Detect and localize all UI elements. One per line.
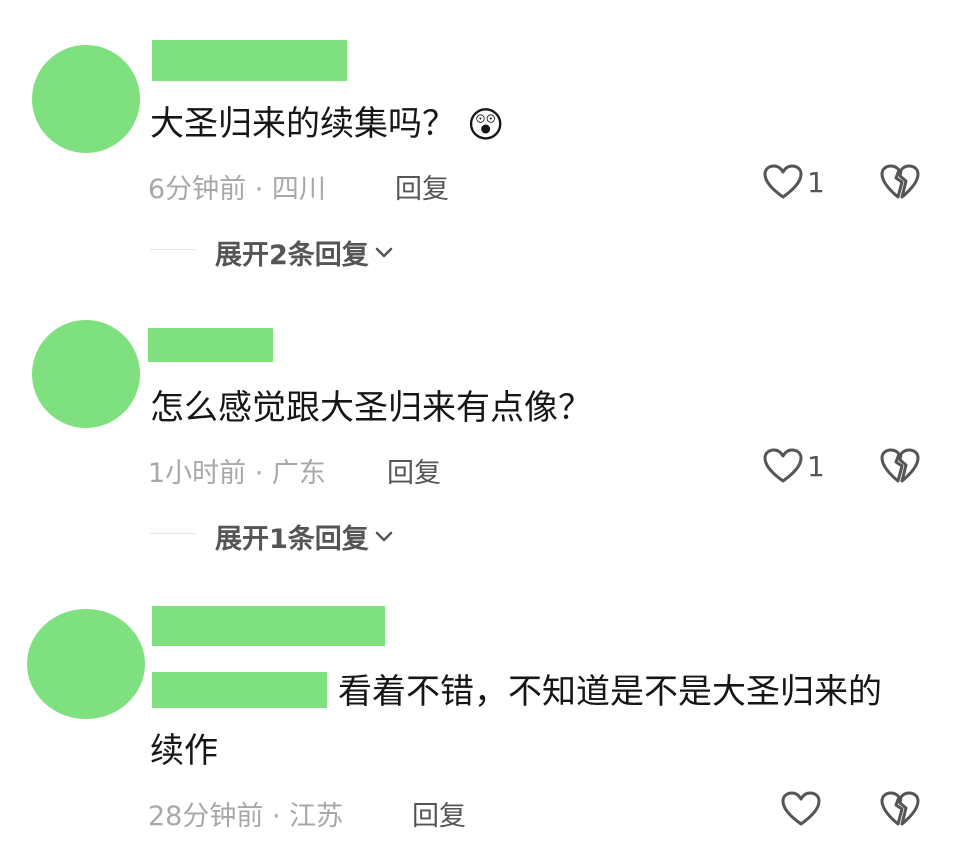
expand-replies-button[interactable]: 展开1条回复: [215, 517, 393, 556]
comment-meta: 1小时前 · 广东: [148, 458, 326, 489]
like-button[interactable]: [781, 791, 821, 827]
mention-redacted[interactable]: [152, 672, 327, 708]
comment-meta: 28分钟前 · 江苏: [148, 801, 344, 832]
like-count: 1: [807, 449, 825, 483]
broken-heart-icon: [880, 164, 920, 199]
avatar[interactable]: [27, 609, 145, 719]
username-redacted[interactable]: [148, 328, 273, 362]
dislike-button[interactable]: [880, 164, 920, 200]
reply-button[interactable]: 回复: [395, 167, 449, 206]
comment-text-body: 大圣归来的续集吗？: [150, 104, 456, 145]
reply-button[interactable]: 回复: [387, 451, 441, 490]
avatar[interactable]: [32, 320, 140, 428]
like-button[interactable]: 1: [763, 164, 825, 200]
emoji-icon: 😲: [466, 105, 505, 146]
heart-outline-icon: [781, 791, 821, 826]
broken-heart-icon: [880, 448, 920, 483]
avatar[interactable]: [32, 45, 140, 153]
expand-divider: [150, 533, 195, 534]
broken-heart-icon: [880, 791, 920, 826]
expand-replies-label: 展开1条回复: [215, 524, 369, 555]
comment-text-line-2: 续作: [150, 731, 218, 771]
comment-text: 大圣归来的续集吗？ 😲: [150, 104, 504, 147]
reply-button[interactable]: 回复: [412, 794, 466, 833]
heart-outline-icon: [763, 448, 803, 483]
chevron-down-icon: [375, 247, 393, 257]
dislike-button[interactable]: [880, 791, 920, 827]
expand-replies-label: 展开2条回复: [215, 240, 369, 271]
expand-replies-button[interactable]: 展开2条回复: [215, 233, 393, 272]
heart-outline-icon: [763, 164, 803, 199]
username-redacted[interactable]: [152, 40, 347, 81]
comment-text-line-1: 看着不错，不知道是不是大圣归来的: [338, 672, 882, 712]
dislike-button[interactable]: [880, 448, 920, 484]
expand-divider: [150, 249, 195, 250]
comment-meta: 6分钟前 · 四川: [148, 174, 326, 205]
chevron-down-icon: [375, 531, 393, 541]
comment-text: 怎么感觉跟大圣归来有点像？: [150, 388, 592, 428]
like-button[interactable]: 1: [763, 448, 825, 484]
username-redacted[interactable]: [152, 606, 385, 646]
like-count: 1: [807, 165, 825, 199]
